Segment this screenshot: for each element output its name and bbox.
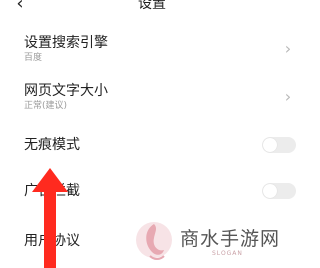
chevron-right-icon: › (284, 39, 292, 58)
font-size-value: 正常(建议) (24, 101, 68, 111)
watermark-slogan: SLOGAN (212, 250, 243, 257)
settings-item-font-size[interactable]: 网页文字大小 正常(建议) › (0, 78, 304, 118)
incognito-label: 无痕模式 (24, 137, 80, 153)
settings-item-incognito: 无痕模式 (0, 130, 304, 160)
toggle-knob (263, 184, 277, 198)
watermark-text: 商水手游网 (180, 228, 281, 250)
incognito-toggle[interactable] (262, 137, 296, 153)
header-bar: ‹ 设置 (0, 0, 304, 16)
annotation-arrow-icon (32, 168, 68, 268)
search-engine-value: 百度 (24, 53, 43, 63)
page-title: 设置 (138, 0, 166, 12)
watermark-logo-icon (136, 222, 172, 260)
watermark: 商水手游网 SLOGAN (132, 214, 304, 268)
search-engine-label: 设置搜索引擎 (24, 35, 108, 51)
settings-item-search-engine[interactable]: 设置搜索引擎 百度 › (0, 30, 304, 70)
font-size-label: 网页文字大小 (24, 83, 108, 99)
ad-block-toggle[interactable] (262, 183, 296, 199)
chevron-right-icon: › (284, 87, 292, 106)
toggle-knob (263, 138, 277, 152)
